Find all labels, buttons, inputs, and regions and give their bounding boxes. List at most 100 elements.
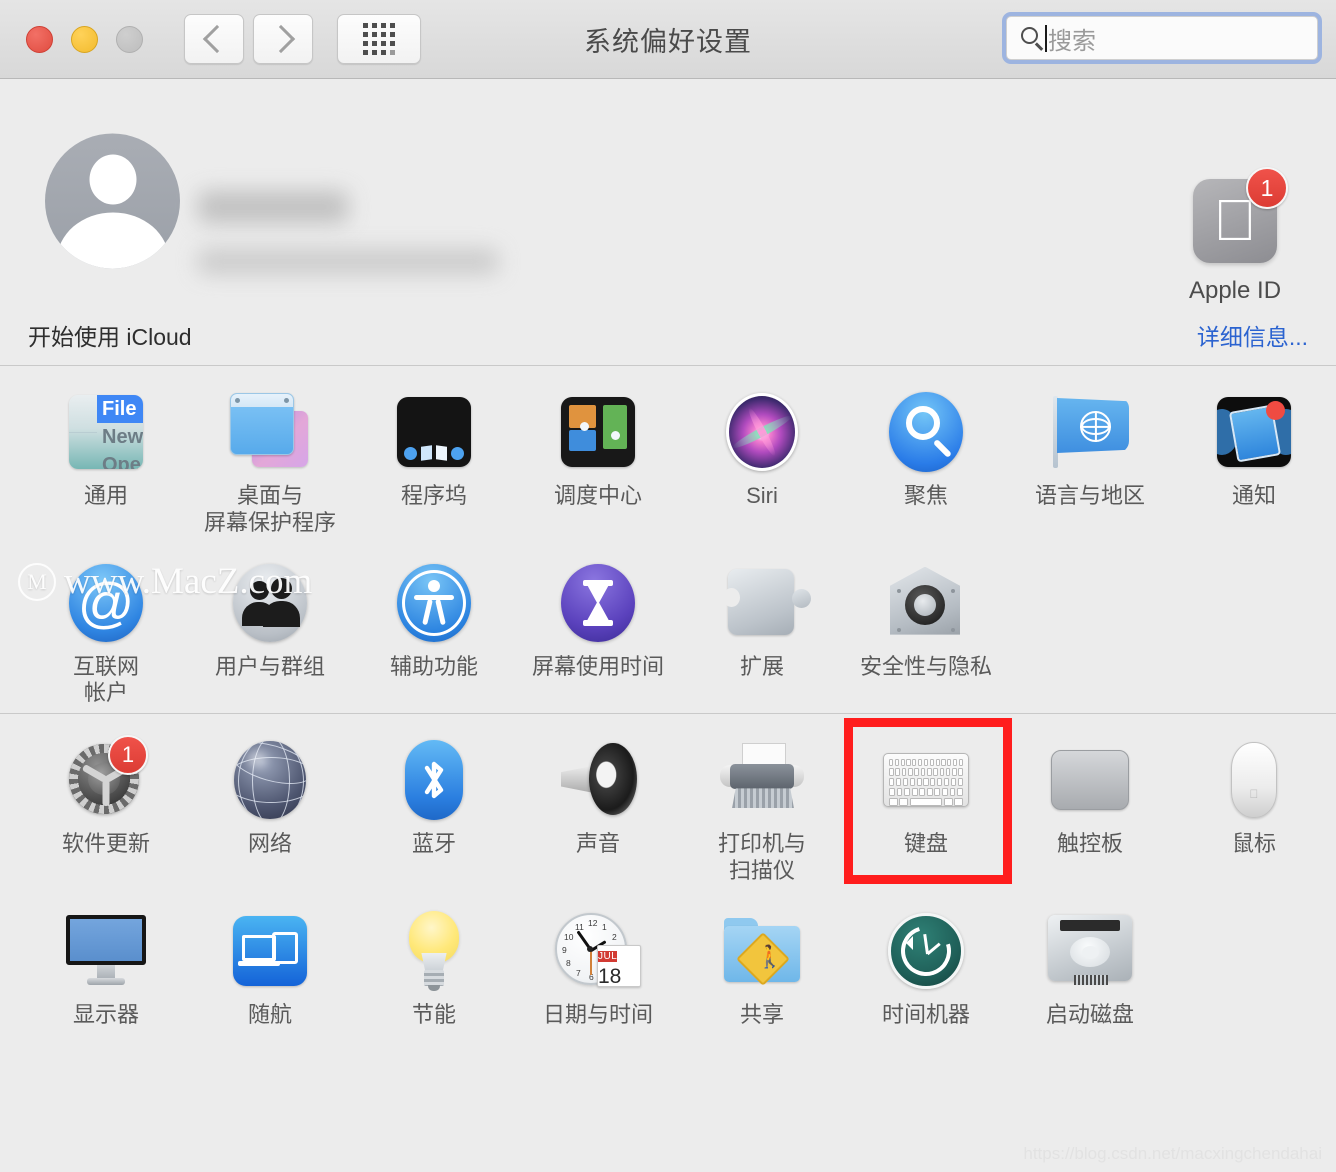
pref-label: 聚焦 [903,483,948,508]
pref-label: 打印机与 扫描仪 [717,831,806,884]
pref-item-time-machine[interactable]: 时间机器 [844,885,1008,1029]
pref-label: 扩展 [739,653,784,679]
show-all-button[interactable] [337,14,421,64]
pref-item-sound[interactable]: 声音 [516,714,680,885]
time-machine-icon [882,909,970,993]
pref-item-trackpad[interactable]: 触控板 [1008,714,1172,885]
window-titlebar: 系统偏好设置 搜索 [0,0,1336,79]
zoom-button[interactable] [116,25,143,53]
pref-label: 共享 [739,1001,784,1027]
energy-saver-icon [390,909,478,993]
chevron-left-icon [202,24,231,54]
pref-label: 桌面与 屏幕保护程序 [203,483,336,535]
icloud-banner-text: 开始使用 iCloud [28,323,192,350]
pref-item-desktop-screensaver[interactable]: 桌面与 屏幕保护程序 [188,366,352,537]
pref-item-security-privacy[interactable]: 安全性与隐私 [844,537,1008,708]
pref-item-bluetooth[interactable]: 蓝牙 [352,714,516,885]
forward-button[interactable] [253,14,313,64]
software-update-badge: 1 [108,735,148,776]
icloud-details-link[interactable]: 详细信息... [1197,318,1308,352]
sound-icon [554,738,642,822]
pref-item-sidecar[interactable]: 随航 [188,885,352,1029]
security-privacy-icon [882,561,970,645]
users-groups-icon [226,561,314,645]
bluetooth-icon [390,738,478,822]
pref-item-internet-accounts[interactable]: @ 互联网 帐户 [24,537,188,708]
startup-disk-icon [1046,909,1134,993]
pref-label: 程序坞 [400,483,467,508]
pref-item-notifications[interactable]: 通知 [1172,366,1336,537]
grid-icon [363,23,395,55]
pref-item-spotlight[interactable]: 聚焦 [844,366,1008,537]
pref-item-general[interactable]: File New Ope 通用 [24,366,188,537]
dock-icon [390,390,478,474]
avatar[interactable] [45,133,180,269]
pref-item-startup-disk[interactable]: 启动磁盘 [1008,885,1172,1029]
preferences-section-hardware: 1 软件更新 网络 蓝牙 声音 打印机与 扫描仪 键盘 触控板 鼠标 显示器 随… [0,713,1336,1035]
text-caret [1045,24,1047,52]
pref-label: 显示器 [72,1001,139,1027]
notifications-icon [1210,390,1298,474]
close-button[interactable] [26,25,53,53]
mouse-icon:  [1210,738,1298,822]
preferences-row: File New Ope 通用 桌面与 屏幕保护程序 程序坞 调度中心 Siri… [0,366,1336,537]
sharing-icon: 🚶 [718,909,806,993]
language-region-icon [1046,390,1134,474]
search-input[interactable]: 搜索 [1006,16,1318,60]
pref-item-energy-saver[interactable]: 节能 [352,885,516,1029]
account-name-blurred [198,191,348,223]
printers-scanners-icon [718,738,806,822]
accessibility-icon [390,561,478,645]
system-preferences-window: 系统偏好设置 搜索  1 Apple ID 开始使用 iCl [0,0,1336,1172]
account-email-blurred [198,249,498,274]
pref-item-mission-control[interactable]: 调度中心 [516,366,680,537]
pref-item-dock[interactable]: 程序坞 [352,366,516,537]
pref-label: 随航 [247,1001,292,1027]
pref-item-extensions[interactable]: 扩展 [680,537,844,708]
pref-item-software-update[interactable]: 1 软件更新 [24,714,188,885]
pref-item-displays[interactable]: 显示器 [24,885,188,1029]
pref-label: 声音 [575,831,620,857]
network-icon [226,738,314,822]
apple-id-tile[interactable]:  1 [1193,167,1288,263]
date-time-icon: 12 1 2 3 4 5 6 7 8 9 10 11 J [554,909,642,993]
pref-item-date-time[interactable]: 12 1 2 3 4 5 6 7 8 9 10 11 J [516,885,680,1029]
toolbar-nav-group [184,14,313,64]
general-icon: File New Ope [62,390,150,474]
back-button[interactable] [184,14,244,64]
pref-item-mouse[interactable]:  鼠标 [1172,714,1336,885]
trackpad-icon [1046,738,1134,822]
pref-item-siri[interactable]: Siri [680,366,844,537]
apple-id-badge: 1 [1246,167,1288,209]
pref-item-network[interactable]: 网络 [188,714,352,885]
pref-label: 语言与地区 [1034,483,1145,508]
icloud-banner: 开始使用 iCloud 详细信息... [0,304,1336,366]
calendar-day: 18 [598,964,622,987]
mission-control-icon [554,390,642,474]
preferences-row: 1 软件更新 网络 蓝牙 声音 打印机与 扫描仪 键盘 触控板 鼠标 [0,714,1336,885]
calendar-month: JUL [598,950,618,962]
pref-label: 屏幕使用时间 [531,653,664,679]
search-icon [1021,27,1044,51]
pref-label: 网络 [247,831,292,857]
pref-item-screen-time[interactable]: 屏幕使用时间 [516,537,680,708]
pref-item-language-region[interactable]: 语言与地区 [1008,366,1172,537]
internet-accounts-icon: @ [62,561,150,645]
pref-label: 通用 [83,483,128,508]
pref-item-accessibility[interactable]: 辅助功能 [352,537,516,708]
sidecar-icon [226,909,314,993]
pref-item-users-groups[interactable]: 用户与群组 [188,537,352,708]
preferences-section-personal: File New Ope 通用 桌面与 屏幕保护程序 程序坞 调度中心 Siri… [0,366,1336,714]
pref-item-sharing[interactable]: 🚶 共享 [680,885,844,1029]
apple-id-item[interactable]:  1 Apple ID [1160,167,1310,305]
siri-icon [718,390,806,474]
pref-label: 启动磁盘 [1045,1001,1134,1027]
pref-item-keyboard[interactable]: 键盘 [844,714,1012,885]
minimize-button[interactable] [71,25,98,53]
software-update-icon: 1 [62,735,150,822]
pref-label: 鼠标 [1231,831,1276,857]
pref-label: 软件更新 [61,831,150,857]
apple-id-label: Apple ID [1188,277,1282,304]
pref-label: 节能 [411,1001,456,1027]
pref-item-printers-scanners[interactable]: 打印机与 扫描仪 [680,714,844,885]
